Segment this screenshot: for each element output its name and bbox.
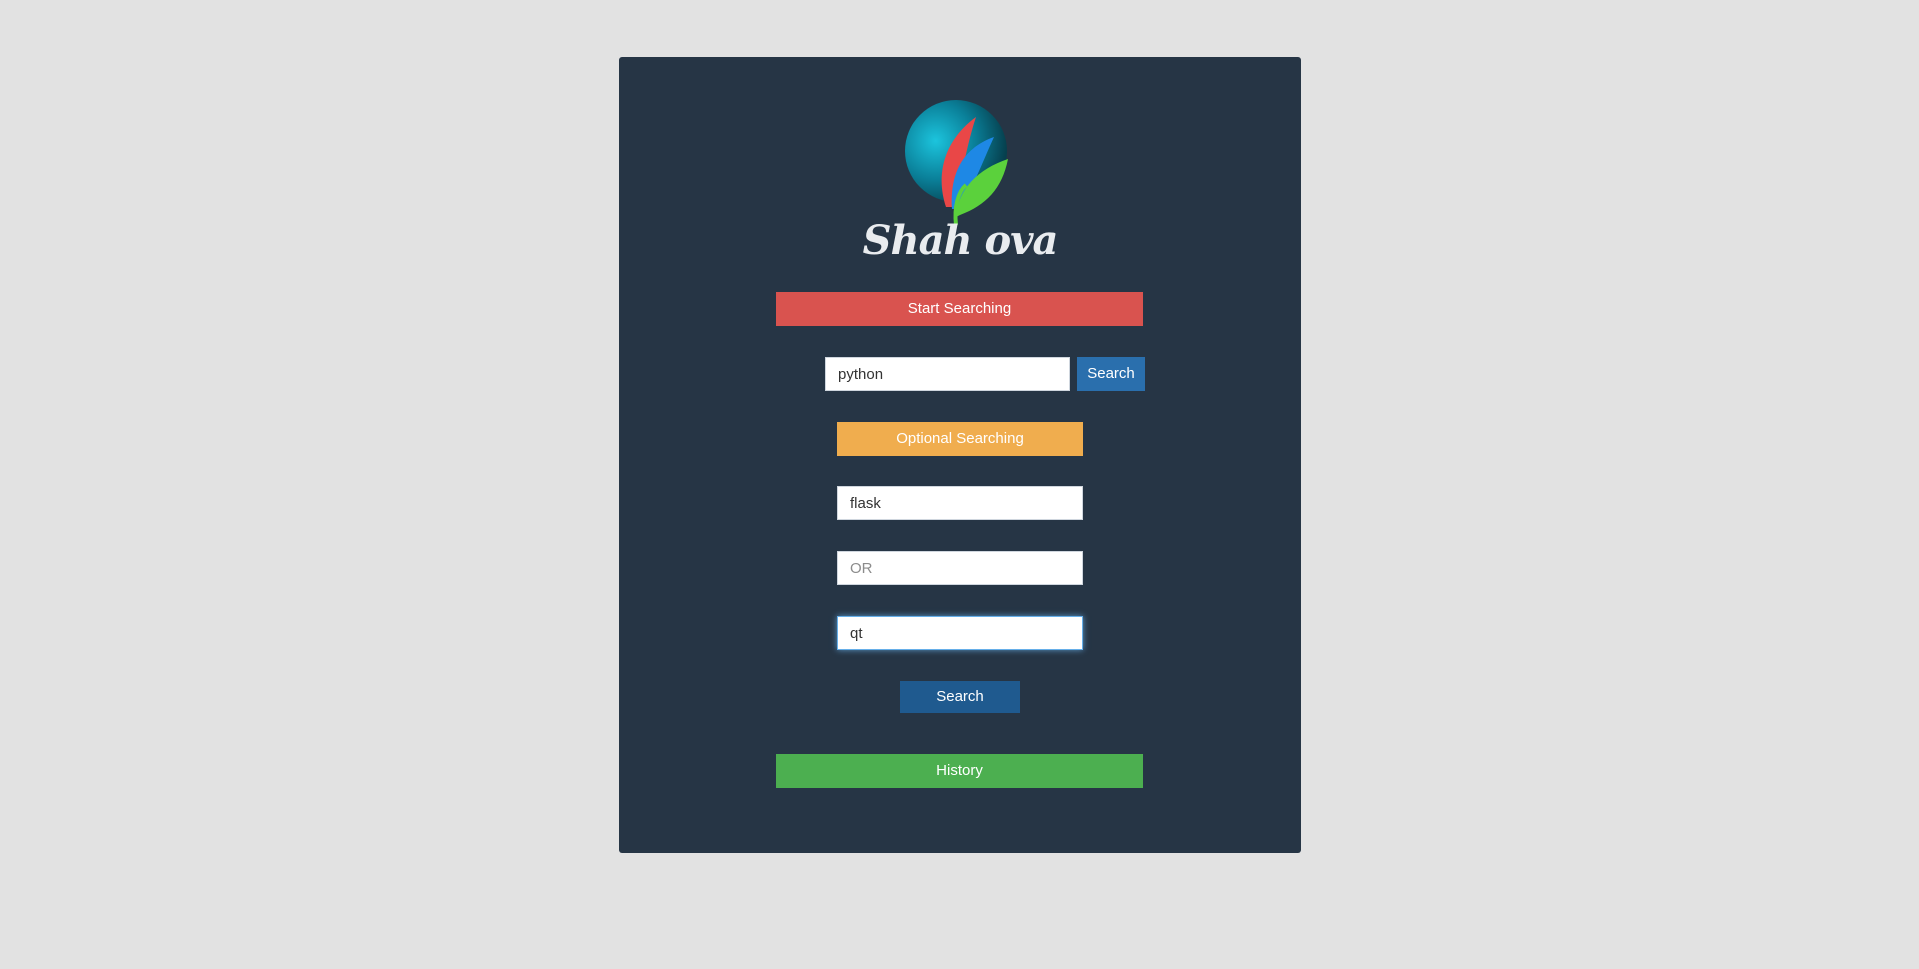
search-button[interactable]: Search (1077, 357, 1145, 391)
optional-searching-button[interactable]: Optional Searching (837, 422, 1083, 456)
optional-input-1[interactable] (837, 486, 1083, 520)
history-button[interactable]: History (776, 754, 1143, 788)
start-searching-button[interactable]: Start Searching (776, 292, 1143, 326)
submit-search-button[interactable]: Search (900, 681, 1020, 713)
optional-input-2[interactable] (837, 551, 1083, 585)
optional-input-3[interactable] (837, 616, 1083, 650)
search-panel: Shah ova Start Searching Search Optional… (619, 57, 1301, 853)
brand-name: Shah ova (862, 217, 1059, 264)
main-search-input[interactable] (825, 357, 1070, 391)
